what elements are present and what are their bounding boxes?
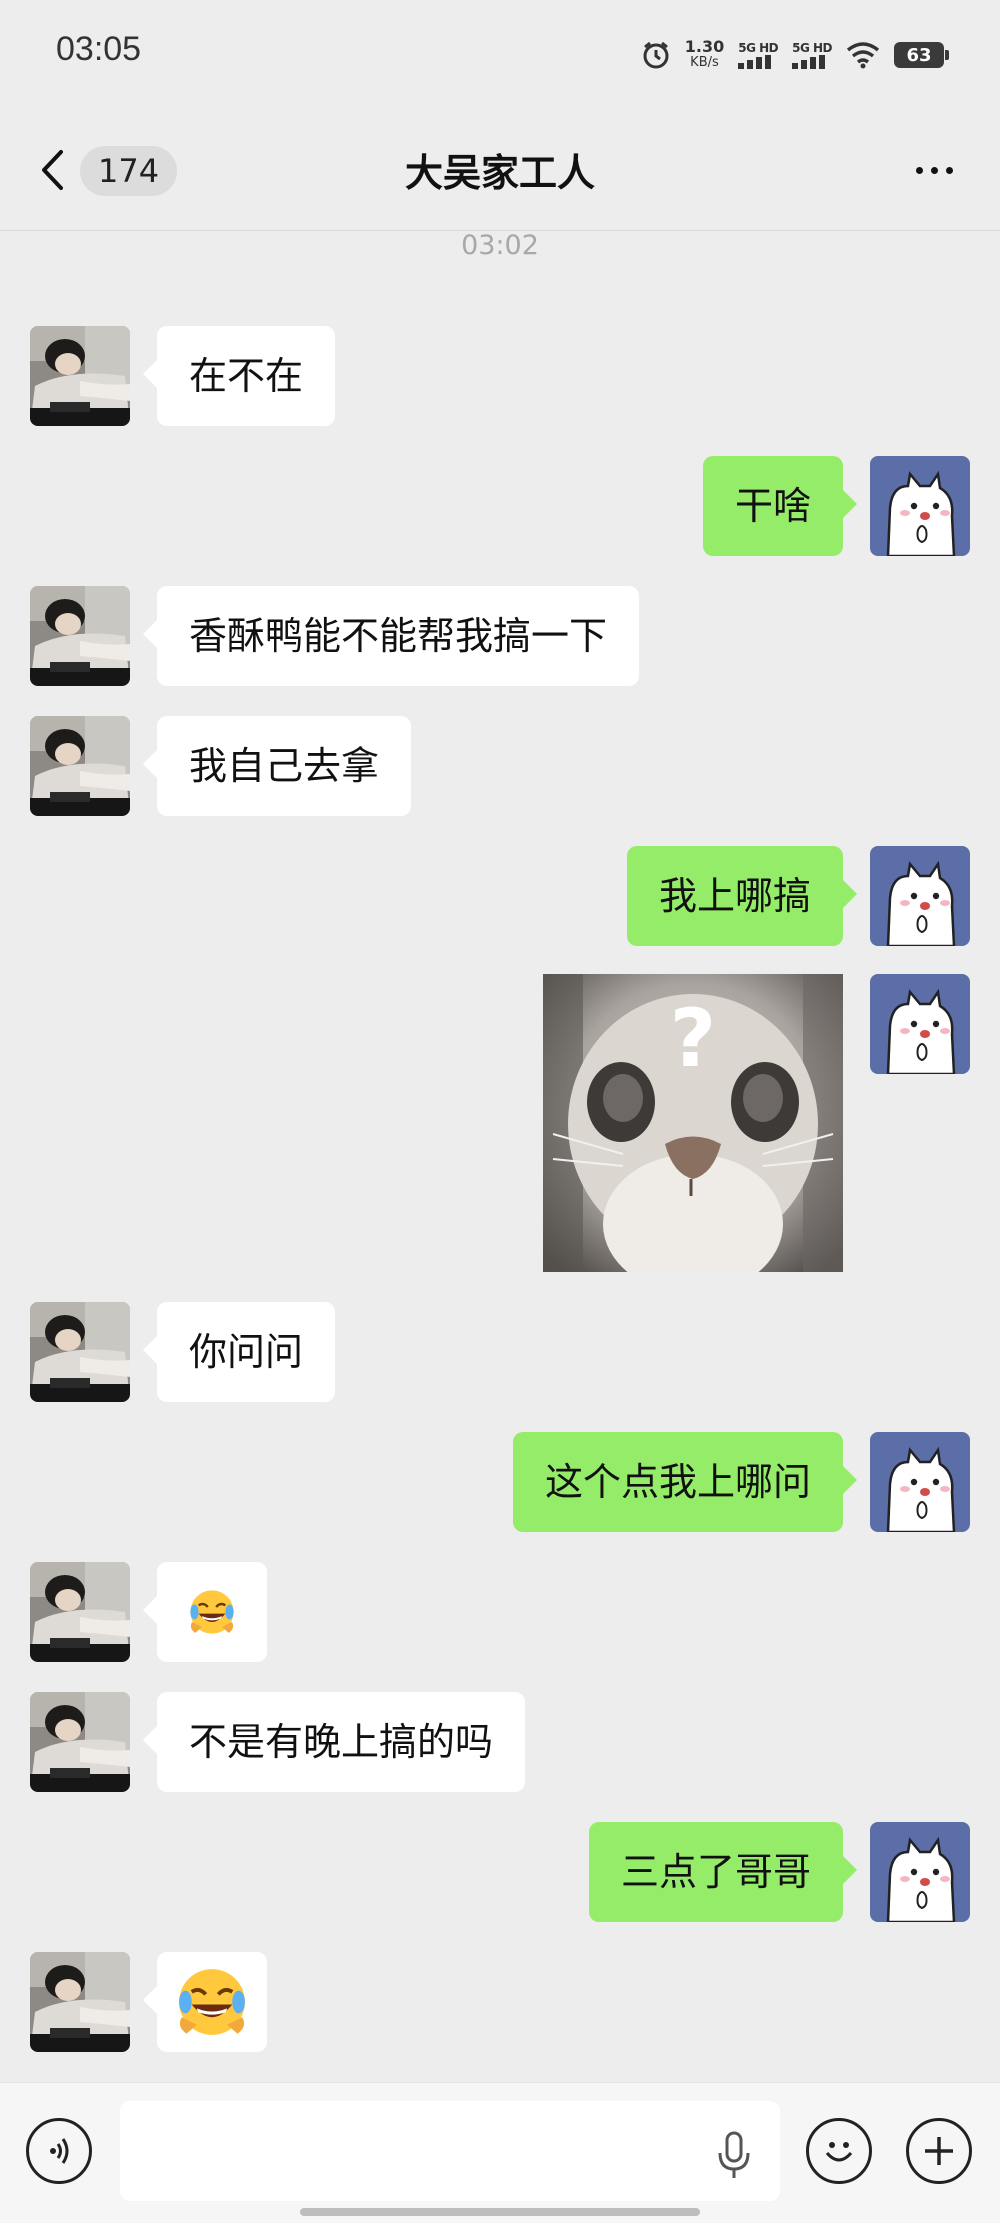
contact-avatar[interactable] (30, 326, 130, 426)
chat-header: 174 大吴家工人 (0, 110, 1000, 230)
microphone-button[interactable] (716, 2131, 752, 2181)
wifi-icon (846, 42, 880, 69)
alarm-icon (643, 41, 669, 69)
incoming-message-bubble[interactable]: 香酥鸭能不能帮我搞一下 (142, 586, 640, 686)
incoming-message-bubble[interactable]: 我自己去拿 (142, 716, 412, 816)
outgoing-message-bubble[interactable]: 干啥 (702, 456, 858, 556)
battery-indicator: 63 (894, 42, 949, 68)
more-functions-button[interactable] (906, 2118, 972, 2184)
incoming-message-bubble[interactable]: 在不在 (142, 326, 336, 426)
contact-avatar[interactable] (30, 1562, 130, 1662)
more-options-button[interactable] (904, 148, 964, 192)
incoming-message-bubble[interactable] (143, 1562, 267, 1662)
contact-avatar[interactable] (30, 716, 130, 816)
plus-icon (925, 2137, 953, 2165)
contact-avatar[interactable] (30, 586, 130, 686)
cat-sticker-image: ? (543, 974, 843, 1272)
message-input[interactable] (120, 2101, 780, 2201)
smiley-icon (825, 2142, 853, 2162)
my-avatar[interactable] (870, 1822, 970, 1922)
network-speed: 1.30 KB/s (684, 37, 725, 71)
emoji-button[interactable] (806, 2118, 872, 2184)
status-bar: 03:05 1.30 KB/s 5G HD 5G HD 63 (0, 0, 1000, 100)
my-avatar[interactable] (870, 1432, 970, 1532)
voice-mode-button[interactable] (26, 2118, 92, 2184)
signal-bars-icon (738, 54, 772, 69)
contact-avatar[interactable] (30, 1692, 130, 1792)
my-avatar[interactable] (870, 974, 970, 1074)
message-timestamp: 03:02 (461, 230, 539, 261)
home-indicator[interactable] (300, 2208, 700, 2216)
my-avatar[interactable] (870, 846, 970, 946)
contact-avatar[interactable] (30, 1952, 130, 2052)
tears-of-joy-emoji-icon (177, 1967, 247, 2037)
voice-icon (50, 2138, 69, 2164)
my-avatar[interactable] (870, 456, 970, 556)
signal-sim2: 5G HD (792, 41, 832, 69)
incoming-message-bubble[interactable]: 你问问 (142, 1302, 336, 1402)
status-time: 03:05 (56, 30, 142, 68)
dot-icon (945, 166, 953, 174)
incoming-message-bubble[interactable] (143, 1952, 267, 2052)
contact-avatar[interactable] (30, 1302, 130, 1402)
dot-icon (930, 166, 938, 174)
signal-bars-icon (792, 54, 826, 69)
incoming-message-bubble[interactable]: 不是有晚上搞的吗 (142, 1692, 526, 1792)
outgoing-message-bubble[interactable]: 三点了哥哥 (588, 1822, 858, 1922)
chat-title: 大吴家工人 (404, 151, 595, 195)
tears-of-joy-emoji-icon (189, 1589, 235, 1635)
outgoing-message-bubble[interactable]: 我上哪搞 (626, 846, 858, 946)
message-input-bar (0, 2082, 1000, 2223)
outgoing-message-bubble[interactable]: 这个点我上哪问 (512, 1432, 858, 1532)
status-icons: 1.30 KB/s 5G HD 5G HD 63 (641, 30, 949, 80)
signal-sim1: 5G HD (738, 41, 779, 69)
question-mark: ? (670, 992, 716, 1085)
image-message[interactable]: ? (543, 974, 843, 1272)
dot-icon (915, 166, 923, 174)
microphone-icon (718, 2131, 750, 2178)
